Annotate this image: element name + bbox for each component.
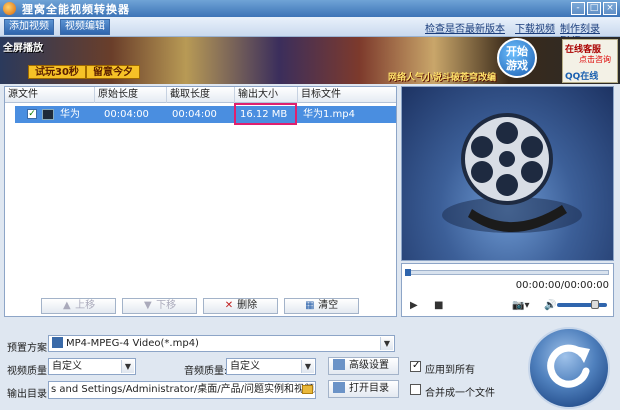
chevron-down-icon: ▼ (121, 360, 134, 373)
audio-quality-select[interactable]: 自定义 ▼ (226, 358, 316, 375)
apply-all-checkbox[interactable] (410, 360, 421, 372)
output-dir-value: s and Settings/Administrator/桌面/产品/问题实例和… (51, 384, 315, 395)
arrow-up-icon: ▲ (63, 300, 71, 311)
fullscreen-play-label[interactable]: 全屏播放 (3, 39, 43, 54)
edit-video-button[interactable]: 视频编辑 (60, 19, 110, 35)
start-game-label: 开始 游戏 (506, 45, 528, 72)
delete-button[interactable]: ✕ 删除 (203, 298, 278, 314)
stop-icon[interactable]: ■ (434, 300, 443, 311)
list-buttons: ▲ 上移 ▼ 下移 ✕ 删除 ▦ 清空 (4, 297, 397, 317)
col-source[interactable]: 源文件 (5, 87, 95, 103)
add-video-button[interactable]: 添加视频 (4, 19, 54, 35)
clear-button[interactable]: ▦ 清空 (284, 298, 359, 314)
qq-online: QQ在线 (565, 72, 599, 82)
open-dir-button[interactable]: 打开目录 (328, 380, 399, 398)
advanced-settings-label: 高级设置 (349, 360, 389, 371)
output-dir-label: 输出目录: (7, 389, 51, 400)
close-button[interactable]: × (603, 2, 617, 15)
seek-bar[interactable] (405, 269, 609, 276)
video-preview (401, 86, 614, 261)
banner-chip-2[interactable]: 留意今夕 (86, 65, 140, 79)
camera-icon[interactable]: 📷▾ (512, 300, 529, 311)
output-size-highlight (234, 103, 297, 125)
app-logo-icon (3, 2, 16, 15)
video-quality-label: 视频质量: (7, 366, 51, 377)
minimize-button[interactable]: - (571, 2, 585, 15)
move-down-button[interactable]: ▼ 下移 (122, 298, 197, 314)
col-cut-length[interactable]: 截取长度 (167, 87, 235, 103)
maximize-button[interactable]: □ (587, 2, 601, 15)
banner-slogan: 网络人气小说斗破苍穹改编 (388, 73, 497, 83)
download-video-link[interactable]: 下载视频 (515, 20, 555, 35)
output-dir-field[interactable]: s and Settings/Administrator/桌面/产品/问题实例和… (48, 381, 316, 399)
seek-handle[interactable] (405, 269, 411, 276)
open-dir-label: 打开目录 (349, 383, 389, 394)
chevron-down-icon: ▼ (380, 337, 393, 350)
audio-quality-value: 自定义 (230, 361, 260, 372)
customer-service-box[interactable]: 在线客服 点击咨询 QQ在线 (562, 39, 618, 83)
merge-checkbox[interactable] (410, 384, 421, 395)
preset-select[interactable]: MP4-MPEG-4 Video(*.mp4) ▼ (48, 335, 395, 352)
check-update-link[interactable]: 检查是否最新版本 (425, 20, 505, 35)
video-quality-select[interactable]: 自定义 ▼ (48, 358, 136, 375)
start-game-button[interactable]: 开始 游戏 (497, 38, 537, 78)
video-file-icon (42, 109, 54, 120)
window-title: 狸窝全能视频转换器 (22, 2, 130, 16)
video-quality-value: 自定义 (52, 361, 82, 372)
convert-button[interactable] (528, 327, 610, 409)
advanced-settings-button[interactable]: 高级设置 (328, 357, 399, 375)
row-checkbox[interactable]: ✓ (27, 109, 37, 119)
player-controls: 00:00:00/00:00:00 ▶ ■ 📷▾ 🔊 (401, 263, 614, 317)
folder-open-icon (333, 382, 345, 393)
move-down-label: 下移 (156, 300, 177, 311)
row-source: 华为1.... (60, 109, 80, 137)
clear-label: 清空 (318, 300, 339, 311)
col-target[interactable]: 目标文件 (298, 87, 396, 103)
cs-consult: 点击咨询 (579, 55, 611, 64)
format-icon (52, 337, 63, 348)
convert-arrow-icon (547, 344, 590, 388)
row-cut-length: 00:04:00 (172, 109, 217, 120)
volume-handle[interactable] (590, 300, 599, 309)
move-up-button[interactable]: ▲ 上移 (41, 298, 116, 314)
timecode: 00:00:00/00:00:00 (515, 280, 609, 291)
table-row[interactable]: ✓ 华为1.... 00:04:00 00:04:00 16.12 MB 华为1… (15, 106, 396, 137)
audio-quality-label: 音频质量: (184, 366, 228, 377)
volume-slider[interactable] (557, 300, 607, 309)
merge-label: 合并成一个文件 (425, 388, 495, 399)
tools-icon (333, 359, 345, 370)
folder-icon[interactable] (302, 385, 313, 394)
row-target: 华为1.mp4 (303, 109, 355, 120)
play-icon[interactable]: ▶ (410, 300, 418, 311)
file-list-header: 源文件 原始长度 截取长度 输出大小 目标文件 (5, 87, 396, 103)
volume-icon[interactable]: 🔊 (544, 300, 556, 311)
move-up-label: 上移 (75, 300, 96, 311)
arrow-down-icon: ▼ (144, 300, 152, 311)
col-orig-length[interactable]: 原始长度 (95, 87, 167, 103)
col-output-size[interactable]: 输出大小 (235, 87, 298, 103)
delete-label: 删除 (237, 300, 258, 311)
apply-all-label: 应用到所有 (425, 365, 475, 376)
trial-chip[interactable]: 试玩30秒 (28, 65, 86, 79)
row-orig-length: 00:04:00 (104, 109, 149, 120)
title-bar: 狸窝全能视频转换器 - □ × (0, 0, 620, 17)
window-controls: - □ × (571, 2, 617, 15)
preset-value: MP4-MPEG-4 Video(*.mp4) (66, 338, 199, 349)
toolbar: 添加视频 视频编辑 检查是否最新版本 下载视频 制作刻录DVD (0, 17, 620, 46)
clear-icon: ▦ (305, 300, 315, 311)
preset-label: 预置方案: (7, 343, 51, 354)
film-reel-icon (442, 113, 582, 233)
chevron-down-icon: ▼ (301, 360, 314, 373)
delete-icon: ✕ (224, 300, 234, 311)
file-list: 源文件 原始长度 截取长度 输出大小 目标文件 ✓ 华为1.... 00:04:… (4, 86, 397, 317)
